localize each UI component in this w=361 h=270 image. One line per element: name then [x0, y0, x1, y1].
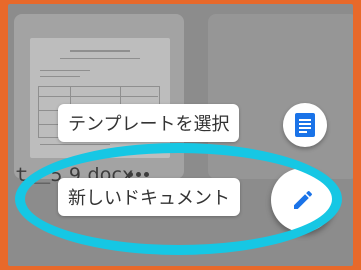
choose-template-button[interactable]	[283, 103, 327, 147]
new-document-label[interactable]: 新しいドキュメント	[58, 178, 240, 216]
document-card-secondary[interactable]	[208, 14, 353, 179]
choose-template-label[interactable]: テンプレートを選択	[58, 104, 240, 142]
pencil-icon	[294, 190, 313, 209]
document-card[interactable]	[14, 14, 184, 179]
new-document-button[interactable]	[271, 168, 335, 232]
document-icon	[295, 113, 315, 137]
